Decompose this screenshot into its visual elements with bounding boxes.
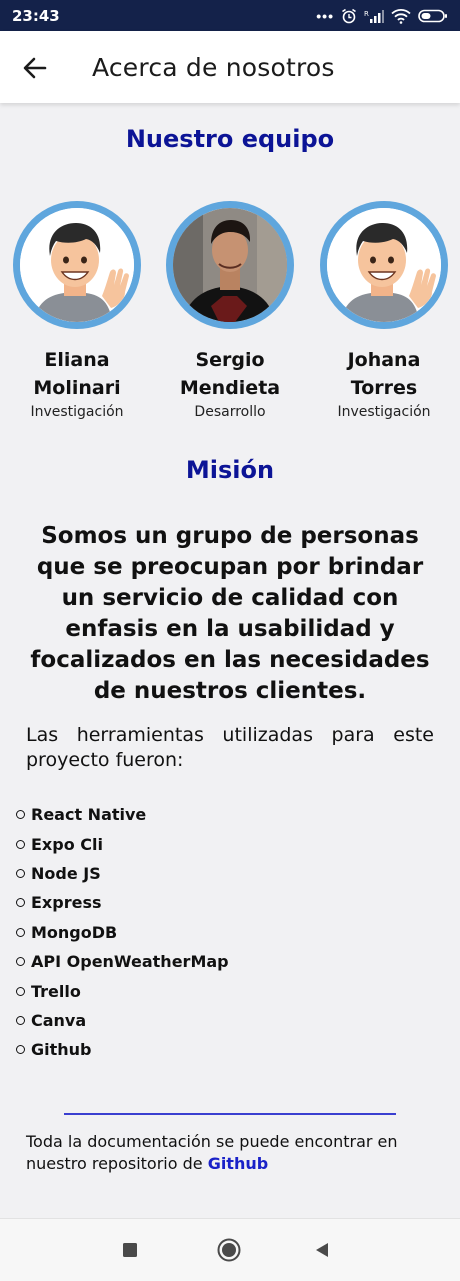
list-item: Trello (16, 976, 229, 1005)
member-last-name: Torres (350, 377, 418, 399)
member-first-name: Eliana (44, 349, 110, 371)
system-nav-bar (0, 1218, 460, 1281)
svg-text:R: R (364, 10, 369, 18)
tool-label: MongoDB (31, 922, 118, 942)
arrow-left-icon (23, 57, 47, 79)
photo-avatar-icon (173, 208, 287, 322)
tool-label: Github (31, 1040, 92, 1060)
cartoon-avatar-icon (20, 208, 134, 322)
bullet-icon (16, 839, 25, 849)
list-item: Github (16, 1035, 229, 1064)
tool-label: Canva (31, 1010, 87, 1030)
avatar (13, 201, 141, 329)
bullet-icon (16, 868, 25, 878)
member-first-name: Johana (347, 349, 421, 371)
app-header: Acerca de nosotros (0, 31, 460, 103)
member-role: Investigación (337, 404, 431, 420)
footer-text: Toda la documentación se puede encontrar… (26, 1131, 436, 1175)
nav-back-button[interactable] (312, 1240, 332, 1265)
tools-intro-text: Las herramientas utilizadas para este pr… (26, 724, 434, 771)
bullet-icon (16, 957, 25, 967)
team-section-title: Nuestro equipo (125, 125, 335, 153)
team-member-card: Sergio Mendieta Desarrollo (155, 201, 305, 420)
member-role: Investigación (30, 404, 124, 420)
back-triangle-icon (316, 1243, 328, 1257)
avatar (320, 201, 448, 329)
bullet-icon (16, 1045, 25, 1055)
list-item: MongoDB (16, 918, 229, 947)
member-last-name: Molinari (33, 377, 121, 399)
more-dots-icon: ••• (316, 7, 334, 24)
member-role: Desarrollo (194, 404, 266, 420)
list-item: React Native (16, 800, 229, 829)
list-item: Node JS (16, 859, 229, 888)
tools-list: React Native Expo Cli Node JS Express Mo… (16, 800, 229, 1065)
status-time: 23:43 (12, 6, 60, 25)
member-name: Johana Torres (309, 346, 459, 402)
home-circle-icon (217, 1238, 241, 1262)
member-name: Sergio Mendieta (155, 346, 305, 402)
member-last-name: Mendieta (179, 377, 281, 399)
page-title: Acerca de nosotros (92, 53, 335, 82)
status-bar: 23:43 ••• R (0, 0, 460, 31)
list-item: Canva (16, 1006, 229, 1035)
team-member-card: Eliana Molinari Investigación (2, 201, 152, 420)
tool-label: React Native (31, 805, 147, 825)
bullet-icon (16, 898, 25, 908)
mission-text: Somos un grupo de personas que se preocu… (30, 523, 430, 704)
tool-label: Trello (31, 981, 81, 1001)
back-button[interactable] (20, 53, 50, 83)
list-item: Express (16, 888, 229, 917)
home-button[interactable] (216, 1237, 242, 1268)
bullet-icon (16, 927, 25, 937)
bullet-icon (16, 810, 25, 820)
signal-icon: R (364, 9, 384, 23)
mission-section-title: Misión (185, 456, 275, 484)
bullet-icon (16, 1015, 25, 1025)
list-item: Expo Cli (16, 829, 229, 858)
avatar (166, 201, 294, 329)
member-name: Eliana Molinari (2, 346, 152, 402)
wifi-icon (391, 8, 411, 24)
tool-label: Node JS (31, 863, 101, 883)
tool-label: Expo Cli (31, 834, 103, 854)
status-icons: ••• R (316, 8, 448, 24)
divider (64, 1113, 396, 1115)
team-member-card: Johana Torres Investigación (309, 201, 459, 420)
tool-label: Express (31, 893, 102, 913)
battery-icon (418, 9, 447, 22)
recents-button[interactable] (120, 1240, 140, 1265)
recents-square-icon (123, 1243, 137, 1257)
alarm-icon (342, 8, 356, 23)
member-first-name: Sergio (195, 349, 265, 371)
bullet-icon (16, 986, 25, 996)
list-item: API OpenWeatherMap (16, 947, 229, 976)
cartoon-avatar-icon (327, 208, 441, 322)
github-link[interactable]: Github (208, 1154, 269, 1173)
tool-label: API OpenWeatherMap (31, 952, 229, 972)
